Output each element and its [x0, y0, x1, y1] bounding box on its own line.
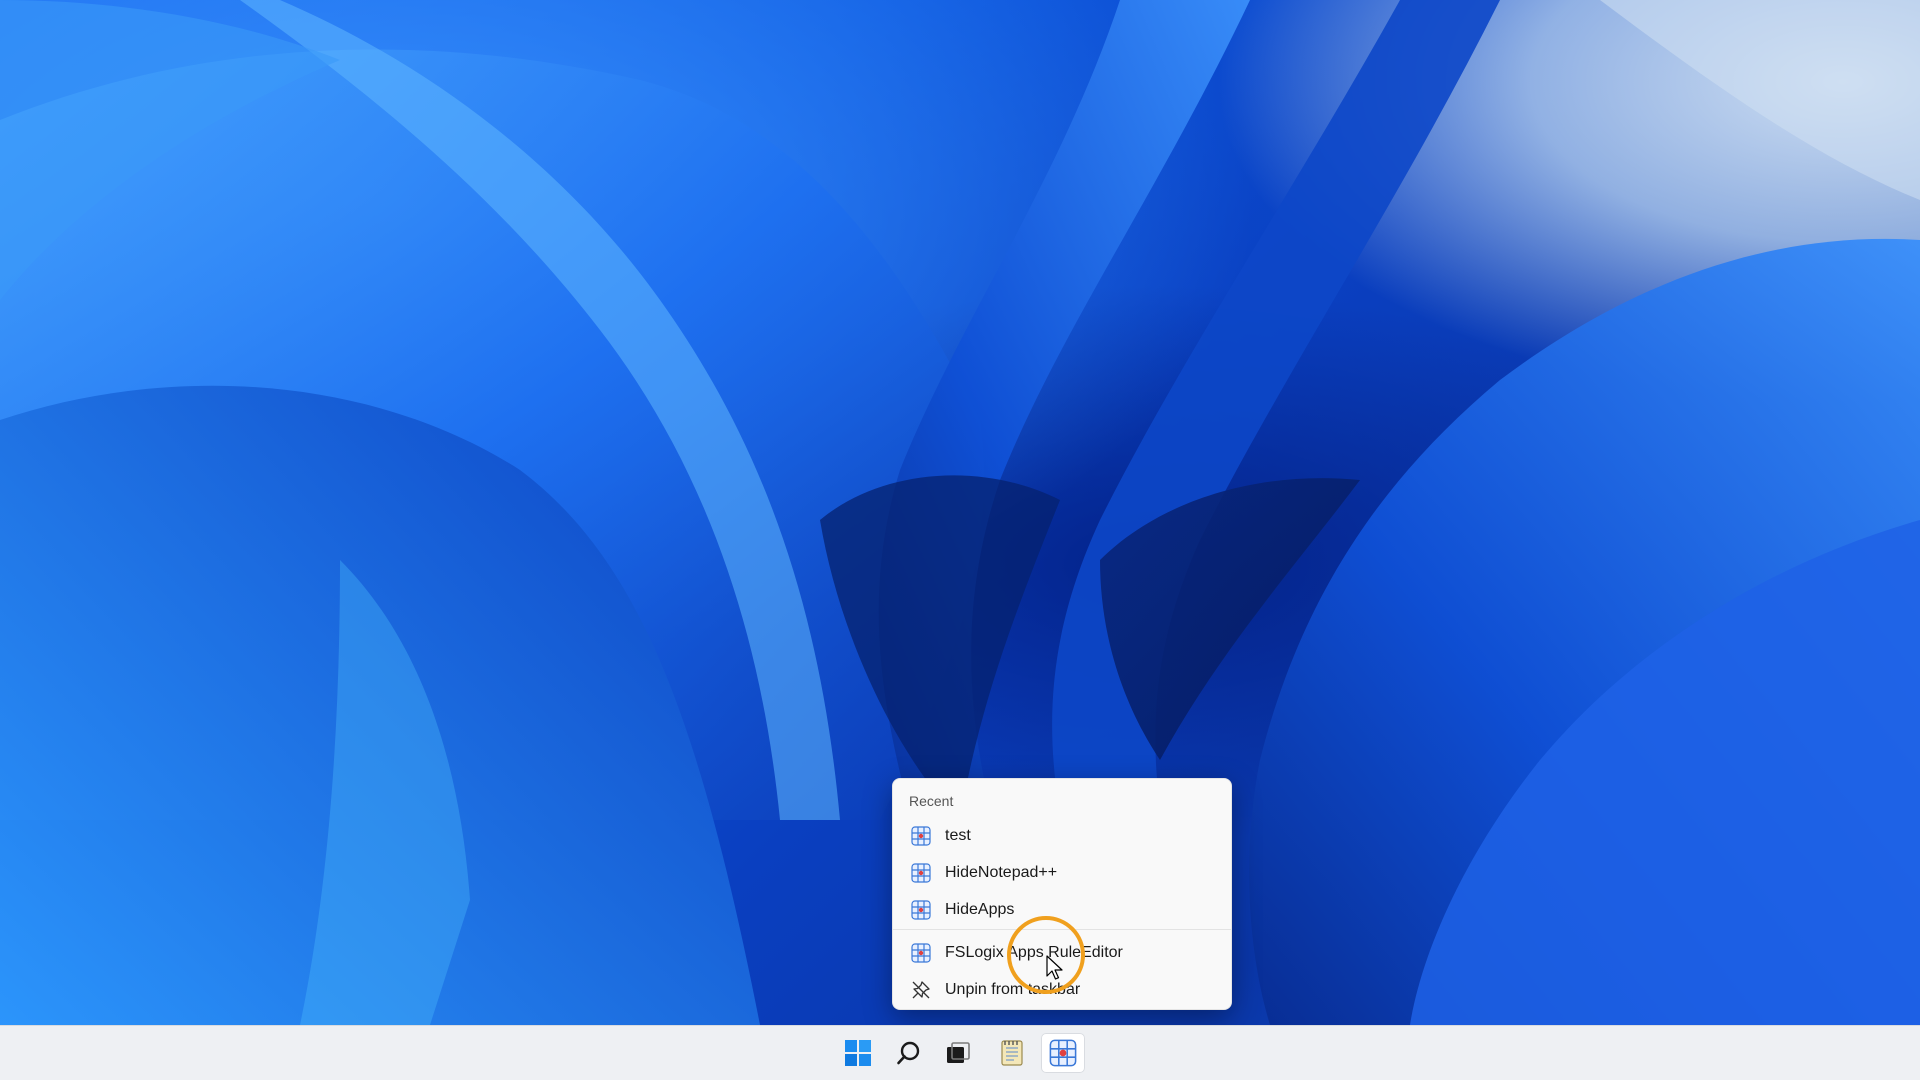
recent-item-label: HideApps: [945, 901, 1015, 918]
recent-item-label: HideNotepad++: [945, 864, 1058, 881]
windows-start-icon: [845, 1040, 871, 1066]
rule-editor-icon: [911, 943, 931, 963]
rule-editor-icon: [1049, 1039, 1077, 1067]
task-view-icon: [947, 1042, 970, 1063]
recent-item-test[interactable]: test: [897, 819, 1227, 853]
recent-item-hidenotepad[interactable]: HideNotepad++: [897, 856, 1227, 890]
search-icon: [897, 1041, 920, 1065]
rule-editor-icon: [911, 826, 931, 846]
notepad-taskbar-button[interactable]: [990, 1033, 1034, 1073]
notepad-icon: [1001, 1040, 1023, 1066]
mouse-cursor-icon: [1046, 955, 1063, 980]
task-view-button[interactable]: [936, 1033, 980, 1073]
rule-editor-taskbar-button[interactable]: [1041, 1033, 1085, 1073]
start-button[interactable]: [836, 1033, 880, 1073]
unpin-icon: [912, 981, 930, 999]
rule-editor-icon: [911, 900, 931, 920]
recent-item-label: test: [945, 827, 971, 844]
taskbar: [0, 1025, 1920, 1080]
unpin-label: Unpin from taskbar: [945, 981, 1081, 998]
recent-item-hideapps[interactable]: HideApps: [897, 893, 1227, 927]
menu-divider: [893, 929, 1231, 930]
recent-section-label: Recent: [909, 793, 954, 809]
rule-editor-icon: [911, 863, 931, 883]
search-button[interactable]: [887, 1033, 931, 1073]
app-name-label: FSLogix Apps RuleEditor: [945, 944, 1123, 961]
